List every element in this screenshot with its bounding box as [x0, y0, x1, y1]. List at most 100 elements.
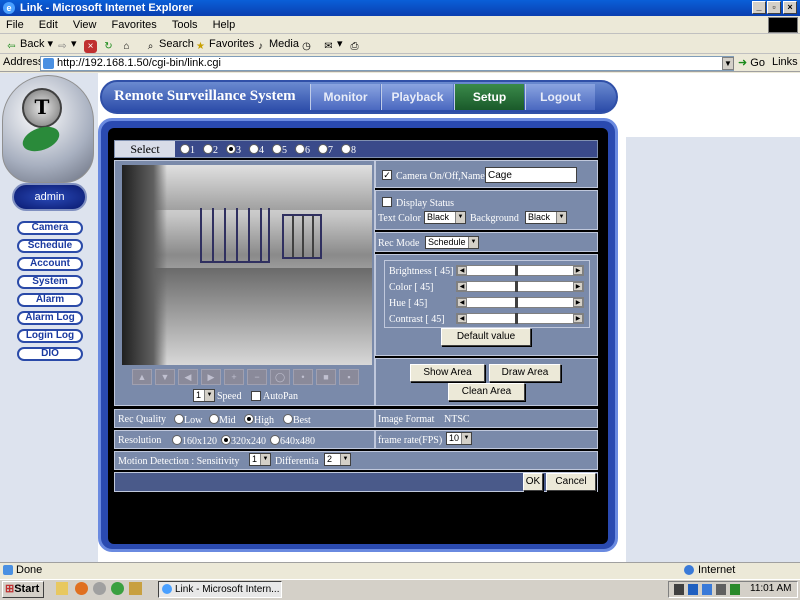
- slider-right-icon[interactable]: ▶: [573, 314, 583, 323]
- desktop-icon[interactable]: [56, 582, 68, 595]
- tab-logout[interactable]: Logout: [525, 84, 595, 110]
- channel-1-radio[interactable]: 1: [180, 144, 195, 156]
- channel-6-radio[interactable]: 6: [295, 144, 310, 156]
- taskbar-ie-button[interactable]: Link - Microsoft Intern...: [158, 581, 282, 598]
- quality-low-radio[interactable]: Low: [174, 414, 202, 426]
- slider-thumb[interactable]: [515, 313, 518, 324]
- slider-left-icon[interactable]: ◀: [457, 298, 467, 307]
- tray-icon[interactable]: [716, 584, 726, 595]
- slider-thumb[interactable]: [515, 265, 518, 276]
- iris-open-button[interactable]: ■: [316, 369, 336, 385]
- start-button[interactable]: ⊞Start: [2, 581, 44, 598]
- media-player-icon[interactable]: [93, 582, 106, 595]
- app-icon[interactable]: [111, 582, 124, 595]
- ptz-right-button[interactable]: ▶: [201, 369, 221, 385]
- slider-right-icon[interactable]: ▶: [573, 298, 583, 307]
- zoom-out-button[interactable]: −: [247, 369, 267, 385]
- resolution-160-radio[interactable]: 160x120: [172, 435, 217, 447]
- speed-select[interactable]: 1 ▼: [193, 389, 215, 402]
- color-slider[interactable]: ◀ ▶: [456, 281, 584, 292]
- nav-alarm[interactable]: Alarm: [17, 293, 83, 307]
- firefox-icon[interactable]: [75, 582, 88, 595]
- menu-tools[interactable]: Tools: [166, 16, 204, 34]
- history-button[interactable]: ◷: [298, 36, 315, 52]
- nav-system[interactable]: System: [17, 275, 83, 289]
- channel-8-radio[interactable]: 8: [341, 144, 356, 156]
- forward-button[interactable]: ⇨ ▾: [54, 36, 76, 52]
- sensitivity-select[interactable]: 1 ▼: [249, 453, 271, 466]
- menu-edit[interactable]: Edit: [33, 16, 64, 34]
- tab-setup[interactable]: Setup: [454, 84, 524, 110]
- slider-left-icon[interactable]: ◀: [457, 314, 467, 323]
- slider-left-icon[interactable]: ◀: [457, 282, 467, 291]
- tab-monitor[interactable]: Monitor: [310, 84, 380, 110]
- maximize-button[interactable]: ▫: [767, 1, 781, 14]
- show-area-button[interactable]: Show Area: [410, 364, 485, 382]
- frame-rate-select[interactable]: 10 ▼: [446, 432, 472, 445]
- ptz-up-button[interactable]: ▲: [132, 369, 152, 385]
- contrast-slider[interactable]: ◀ ▶: [456, 313, 584, 324]
- menu-view[interactable]: View: [67, 16, 103, 34]
- hue-slider[interactable]: ◀ ▶: [456, 297, 584, 308]
- default-value-button[interactable]: Default value: [441, 328, 531, 346]
- close-button[interactable]: ×: [783, 1, 797, 14]
- minimize-button[interactable]: _: [752, 1, 766, 14]
- clean-area-button[interactable]: Clean Area: [448, 383, 525, 401]
- nav-login-log[interactable]: Login Log: [17, 329, 83, 343]
- address-dropdown-button[interactable]: ▼: [722, 57, 734, 70]
- zoom-in-button[interactable]: +: [224, 369, 244, 385]
- quality-mid-radio[interactable]: Mid: [209, 414, 236, 426]
- resolution-320-radio[interactable]: 320x240: [221, 435, 266, 447]
- network-icon[interactable]: [688, 584, 698, 595]
- nav-alarm-log[interactable]: Alarm Log: [17, 311, 83, 325]
- slider-thumb[interactable]: [515, 281, 518, 292]
- quality-best-radio[interactable]: Best: [283, 414, 311, 426]
- menu-help[interactable]: Help: [207, 16, 242, 34]
- slider-thumb[interactable]: [515, 297, 518, 308]
- channel-3-radio[interactable]: 3: [226, 144, 241, 156]
- address-field[interactable]: http://192.168.1.50/cgi-bin/link.cgi: [40, 56, 734, 71]
- cancel-button[interactable]: Cancel: [546, 473, 596, 491]
- nav-account[interactable]: Account: [17, 257, 83, 271]
- channel-7-radio[interactable]: 7: [318, 144, 333, 156]
- camera-on-checkbox[interactable]: ✓: [382, 170, 392, 180]
- display-status-checkbox[interactable]: [382, 197, 392, 207]
- autopan-checkbox[interactable]: [251, 391, 261, 401]
- nav-camera[interactable]: Camera: [17, 221, 83, 235]
- tray-icon[interactable]: [702, 584, 712, 595]
- camera-name-input[interactable]: [485, 167, 577, 183]
- slider-left-icon[interactable]: ◀: [457, 266, 467, 275]
- rec-mode-select[interactable]: Schedule ▼: [425, 236, 479, 249]
- text-color-select[interactable]: Black ▼: [424, 211, 466, 224]
- focus-far-button[interactable]: ◯: [270, 369, 290, 385]
- resolution-640-radio[interactable]: 640x480: [270, 435, 315, 447]
- background-select[interactable]: Black ▼: [525, 211, 567, 224]
- stop-button[interactable]: ×: [82, 36, 99, 53]
- nav-dio[interactable]: DIO: [17, 347, 83, 361]
- ptz-down-button[interactable]: ▼: [155, 369, 175, 385]
- brightness-slider[interactable]: ◀ ▶: [456, 265, 584, 276]
- menu-file[interactable]: File: [0, 16, 30, 34]
- quality-high-radio[interactable]: High: [244, 414, 274, 426]
- focus-near-button[interactable]: •: [293, 369, 313, 385]
- draw-area-button[interactable]: Draw Area: [489, 364, 561, 382]
- iris-close-button[interactable]: ▪: [339, 369, 359, 385]
- differential-select[interactable]: 2 ▼: [324, 453, 351, 466]
- links-button[interactable]: Links: [772, 56, 798, 68]
- tab-playback[interactable]: Playback: [381, 84, 453, 110]
- mail-button[interactable]: ✉ ▾: [320, 36, 342, 52]
- print-button[interactable]: ⎙: [346, 36, 363, 52]
- volume-icon[interactable]: [674, 584, 684, 595]
- quicklaunch-icon[interactable]: [129, 582, 142, 595]
- tray-icon[interactable]: [730, 584, 740, 595]
- home-button[interactable]: ⌂: [118, 36, 135, 52]
- nav-schedule[interactable]: Schedule: [17, 239, 83, 253]
- channel-2-radio[interactable]: 2: [203, 144, 218, 156]
- favorites-button[interactable]: ★ Favorites: [192, 36, 254, 52]
- search-button[interactable]: ⌕ Search: [142, 36, 194, 52]
- ok-button[interactable]: OK: [523, 473, 543, 491]
- slider-right-icon[interactable]: ▶: [573, 282, 583, 291]
- ptz-left-button[interactable]: ◀: [178, 369, 198, 385]
- back-button[interactable]: ⇦ Back ▾: [3, 36, 53, 52]
- menu-favorites[interactable]: Favorites: [106, 16, 163, 34]
